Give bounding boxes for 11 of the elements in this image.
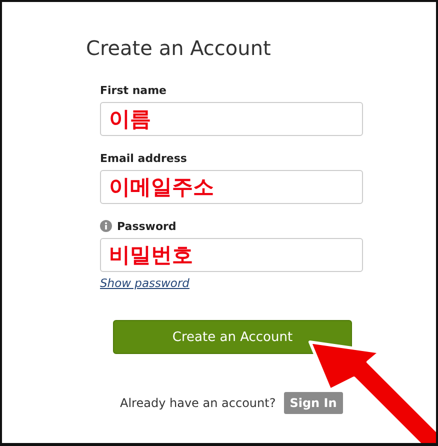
input-field[interactable]: 이메일주소	[100, 170, 363, 204]
form-title: Create an Account	[86, 35, 272, 62]
create-account-button[interactable]: Create an Account	[113, 320, 352, 354]
field-label: Email address	[100, 152, 187, 164]
field-label: First name	[100, 84, 167, 96]
input-field[interactable]: 비밀번호	[100, 238, 363, 272]
input-field[interactable]: 이름	[100, 102, 363, 136]
field-label: Password	[117, 220, 176, 232]
sign-in-button[interactable]: Sign In	[284, 392, 343, 414]
show-password-link[interactable]: Show password	[100, 276, 190, 290]
signin-prompt: Already have an account?	[120, 396, 276, 410]
